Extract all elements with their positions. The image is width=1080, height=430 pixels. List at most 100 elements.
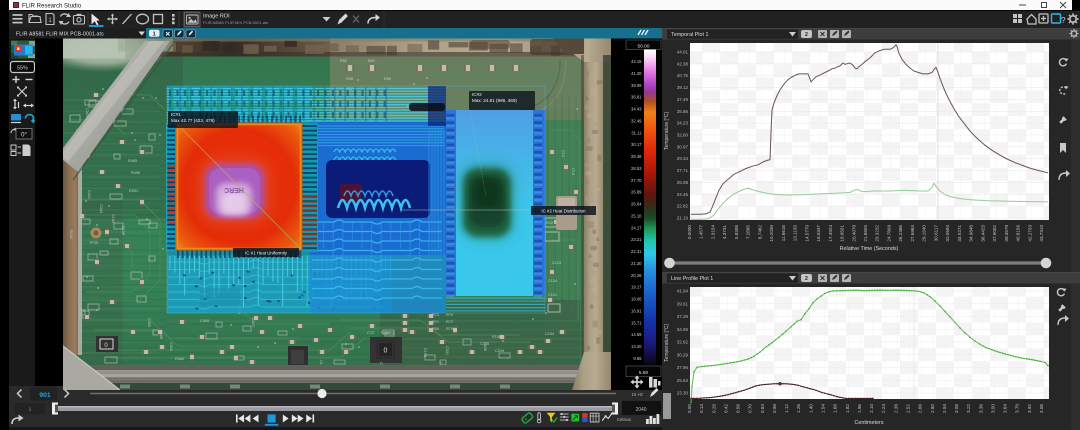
svg-text:36.81: 36.81 <box>631 95 642 100</box>
svg-text:24.7809: 24.7809 <box>887 225 892 242</box>
svg-text:22.82: 22.82 <box>677 204 689 209</box>
svg-text:33.5271: 33.5271 <box>957 225 962 242</box>
svg-text:29.34: 29.34 <box>677 156 689 161</box>
svg-text:Line Profile Plot 1: Line Profile Plot 1 <box>671 276 713 282</box>
svg-text:36.4425: 36.4425 <box>980 225 985 242</box>
svg-text:14.59: 14.59 <box>631 332 642 337</box>
svg-text:39.12: 39.12 <box>677 85 689 90</box>
svg-text:13.20: 13.20 <box>631 344 642 349</box>
svg-text:2.10: 2.10 <box>869 404 874 413</box>
svg-text:1.26: 1.26 <box>796 404 801 413</box>
svg-text:40.75: 40.75 <box>677 73 689 78</box>
svg-text:23.30: 23.30 <box>677 391 689 396</box>
svg-text:1.68: 1.68 <box>833 404 838 413</box>
svg-text:37.49: 37.49 <box>677 97 689 102</box>
svg-text:26.04: 26.04 <box>631 202 642 207</box>
svg-text:2.38: 2.38 <box>893 404 898 413</box>
svg-text:44.01: 44.01 <box>677 50 689 55</box>
svg-text:3.78: 3.78 <box>1015 404 1020 413</box>
svg-text:35.86: 35.86 <box>677 109 689 114</box>
svg-text:24.17: 24.17 <box>631 225 642 230</box>
svg-text:IC #1 Heat Uniformity: IC #1 Heat Uniformity <box>245 251 288 256</box>
svg-text:3.50: 3.50 <box>990 404 995 413</box>
svg-text:42.2733: 42.2733 <box>1027 225 1032 242</box>
svg-text:1.82: 1.82 <box>845 404 850 413</box>
svg-text:19.17: 19.17 <box>631 285 642 290</box>
svg-text:32.49: 32.49 <box>631 118 642 123</box>
svg-text:3.22: 3.22 <box>966 404 971 413</box>
svg-text:27.71: 27.71 <box>677 168 689 173</box>
svg-text:0.14: 0.14 <box>699 404 704 413</box>
svg-text:5.60: 5.60 <box>639 370 649 376</box>
svg-text:28.53: 28.53 <box>631 166 642 171</box>
svg-text:30.97: 30.97 <box>677 144 689 149</box>
svg-text:27.6963: 27.6963 <box>910 225 915 242</box>
svg-text:32.60: 32.60 <box>677 133 689 138</box>
svg-text:14.5770: 14.5770 <box>804 225 809 242</box>
svg-text:1.96: 1.96 <box>857 404 862 413</box>
svg-text:22.31: 22.31 <box>631 249 642 254</box>
svg-text:Relative Time (Seconds): Relative Time (Seconds) <box>840 246 899 252</box>
svg-text:15.71: 15.71 <box>631 320 642 325</box>
svg-text:42.15: 42.15 <box>631 59 642 64</box>
svg-text:27.70: 27.70 <box>631 178 642 183</box>
svg-text:0.0000: 0.0000 <box>687 225 692 239</box>
svg-text:30.17: 30.17 <box>631 142 642 147</box>
svg-text:34.9848: 34.9848 <box>969 225 974 242</box>
svg-text:2.24: 2.24 <box>881 404 886 413</box>
svg-text:2: 2 <box>805 276 808 282</box>
svg-text:1.54: 1.54 <box>821 404 826 413</box>
svg-text:39.3579: 39.3579 <box>1004 225 1009 242</box>
svg-text:25.63: 25.63 <box>677 378 689 383</box>
svg-text:30.6117: 30.6117 <box>933 225 938 242</box>
svg-text:21.8655: 21.8655 <box>863 225 868 242</box>
svg-text:IC#2: IC#2 <box>472 92 482 97</box>
svg-text:2040: 2040 <box>635 407 646 413</box>
svg-text:0.42: 0.42 <box>723 404 728 413</box>
svg-text:901: 901 <box>39 392 51 399</box>
svg-text:Max 42.77 (423, 479): Max 42.77 (423, 479) <box>171 118 215 123</box>
svg-text:Image ROI: Image ROI <box>203 14 230 20</box>
svg-text:32.62: 32.62 <box>677 340 689 345</box>
svg-text:39.61: 39.61 <box>677 301 689 306</box>
svg-text:21.30: 21.30 <box>631 261 642 266</box>
svg-text:16.0347: 16.0347 <box>816 225 821 242</box>
svg-text:0°: 0° <box>21 133 27 139</box>
svg-text:4.06: 4.06 <box>1039 404 1044 413</box>
svg-text:5.8308: 5.8308 <box>734 225 739 239</box>
svg-text:2.80: 2.80 <box>930 404 935 413</box>
svg-text:3.36: 3.36 <box>978 404 983 413</box>
svg-text:9.65: 9.65 <box>633 356 642 361</box>
svg-text:20.4078: 20.4078 <box>851 225 856 242</box>
svg-text:2: 2 <box>805 32 808 38</box>
svg-text:29.1540: 29.1540 <box>922 225 927 242</box>
svg-text:41.94: 41.94 <box>677 289 689 294</box>
svg-text:17.4924: 17.4924 <box>828 225 833 242</box>
svg-text:26.08: 26.08 <box>677 180 689 185</box>
svg-text:20.26: 20.26 <box>631 273 642 278</box>
svg-text:1: 1 <box>29 407 32 413</box>
svg-text:16.91: 16.91 <box>631 308 642 313</box>
svg-text:10.2039: 10.2039 <box>769 225 774 242</box>
svg-text:23.21: 23.21 <box>631 237 642 242</box>
svg-text:30.29: 30.29 <box>677 352 689 357</box>
svg-text:4.3731: 4.3731 <box>722 225 727 239</box>
svg-text:55%: 55% <box>17 66 28 72</box>
svg-text:8.7462: 8.7462 <box>757 225 762 239</box>
svg-text:HERC: HERC <box>224 186 244 193</box>
svg-text:3.08: 3.08 <box>954 404 959 413</box>
svg-text:18.9501: 18.9501 <box>840 225 845 242</box>
svg-text:IC #2 Heat Distribution: IC #2 Heat Distribution <box>541 209 586 214</box>
svg-text:2.66: 2.66 <box>918 404 923 413</box>
svg-text:16 Hz: 16 Hz <box>632 392 643 397</box>
svg-text:2.94: 2.94 <box>942 404 947 413</box>
svg-text:1.12: 1.12 <box>784 404 789 413</box>
svg-text:41.20: 41.20 <box>631 71 642 76</box>
svg-text:37.28: 37.28 <box>677 314 689 319</box>
svg-text:0.56: 0.56 <box>736 404 741 413</box>
svg-text:0.00: 0.00 <box>687 404 692 413</box>
svg-text:25.10: 25.10 <box>631 213 642 218</box>
svg-text:2.52: 2.52 <box>906 404 911 413</box>
svg-text:13.1193: 13.1193 <box>793 225 798 242</box>
svg-text:FLIR A8581 FLIR MIX PCB-0001.a: FLIR A8581 FLIR MIX PCB-0001.ats <box>203 20 268 25</box>
